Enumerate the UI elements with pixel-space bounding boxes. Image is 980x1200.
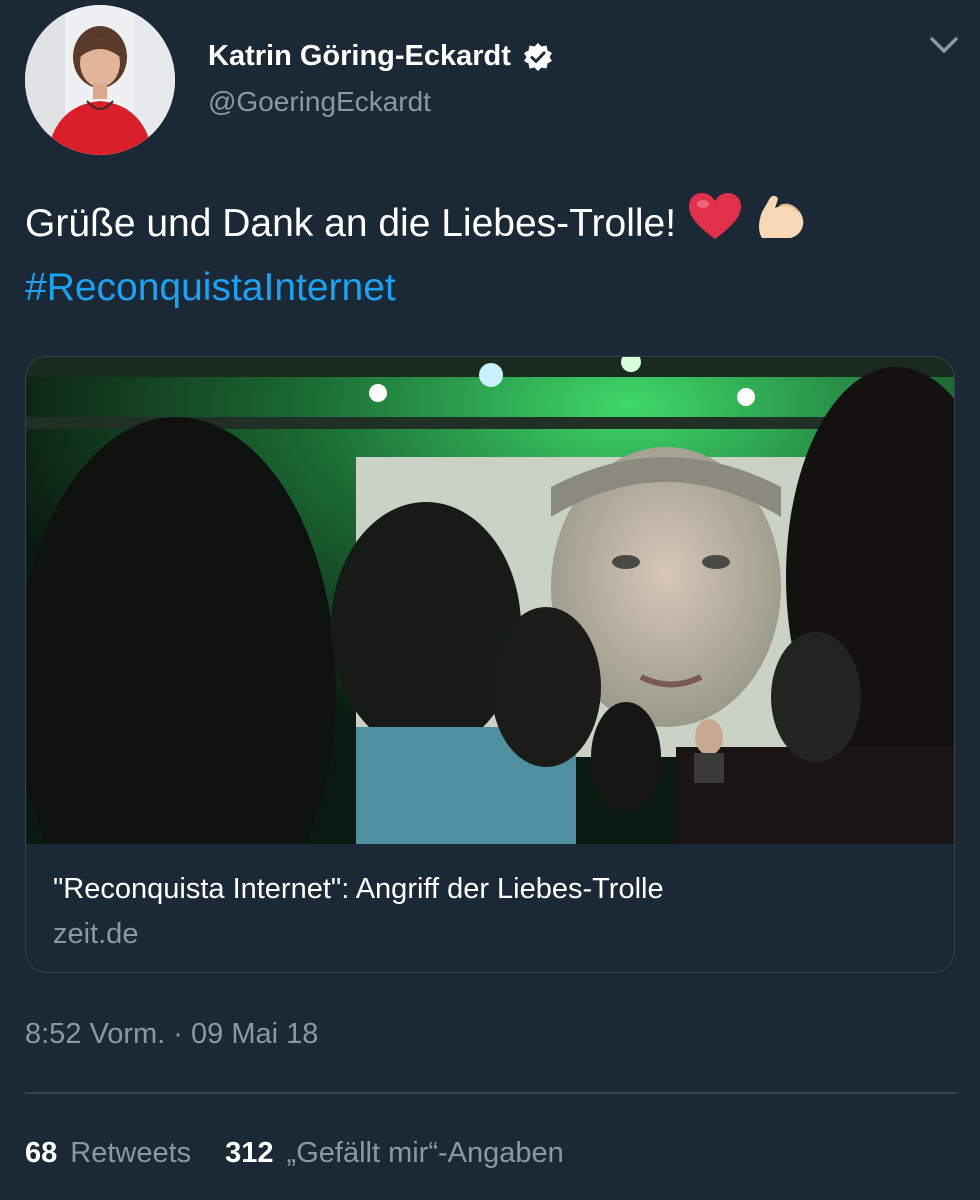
red-heart-icon [687, 192, 743, 259]
chevron-down-icon[interactable] [926, 30, 962, 60]
card-image [26, 357, 954, 957]
author-handle[interactable]: @GoeringEckardt [208, 86, 431, 118]
verified-badge-icon [523, 42, 553, 72]
divider [25, 1092, 957, 1094]
likes-stat[interactable]: 312 „Gefällt mir“-Angaben [225, 1137, 564, 1170]
engagement-stats: 68 Retweets 312 „Gefällt mir“-Angaben [25, 1137, 564, 1170]
avatar[interactable] [25, 5, 175, 155]
card-domain: zeit.de [53, 918, 139, 950]
author-name[interactable]: Katrin Göring-Eckardt [208, 40, 511, 73]
tweet-text: Grüße und Dank an die Liebes-Trolle! #Re… [25, 192, 955, 317]
author-name-row[interactable]: Katrin Göring-Eckardt [208, 40, 553, 73]
hashtag-link[interactable]: #ReconquistaInternet [25, 266, 396, 309]
retweets-label: Retweets [70, 1137, 192, 1169]
flexed-biceps-icon [754, 192, 806, 259]
card-title[interactable]: "Reconquista Internet": Angriff der Lieb… [53, 873, 664, 906]
retweets-stat[interactable]: 68 Retweets [25, 1137, 191, 1170]
retweets-count: 68 [25, 1137, 58, 1169]
tweet-body: Grüße und Dank an die Liebes-Trolle! [25, 202, 677, 245]
link-card[interactable]: "Reconquista Internet": Angriff der Lieb… [25, 356, 955, 973]
tweet-timestamp[interactable]: 8:52 Vorm. · 09 Mai 18 [25, 1018, 318, 1051]
likes-count: 312 [225, 1137, 274, 1169]
likes-label: „Gefällt mir“-Angaben [286, 1137, 564, 1169]
